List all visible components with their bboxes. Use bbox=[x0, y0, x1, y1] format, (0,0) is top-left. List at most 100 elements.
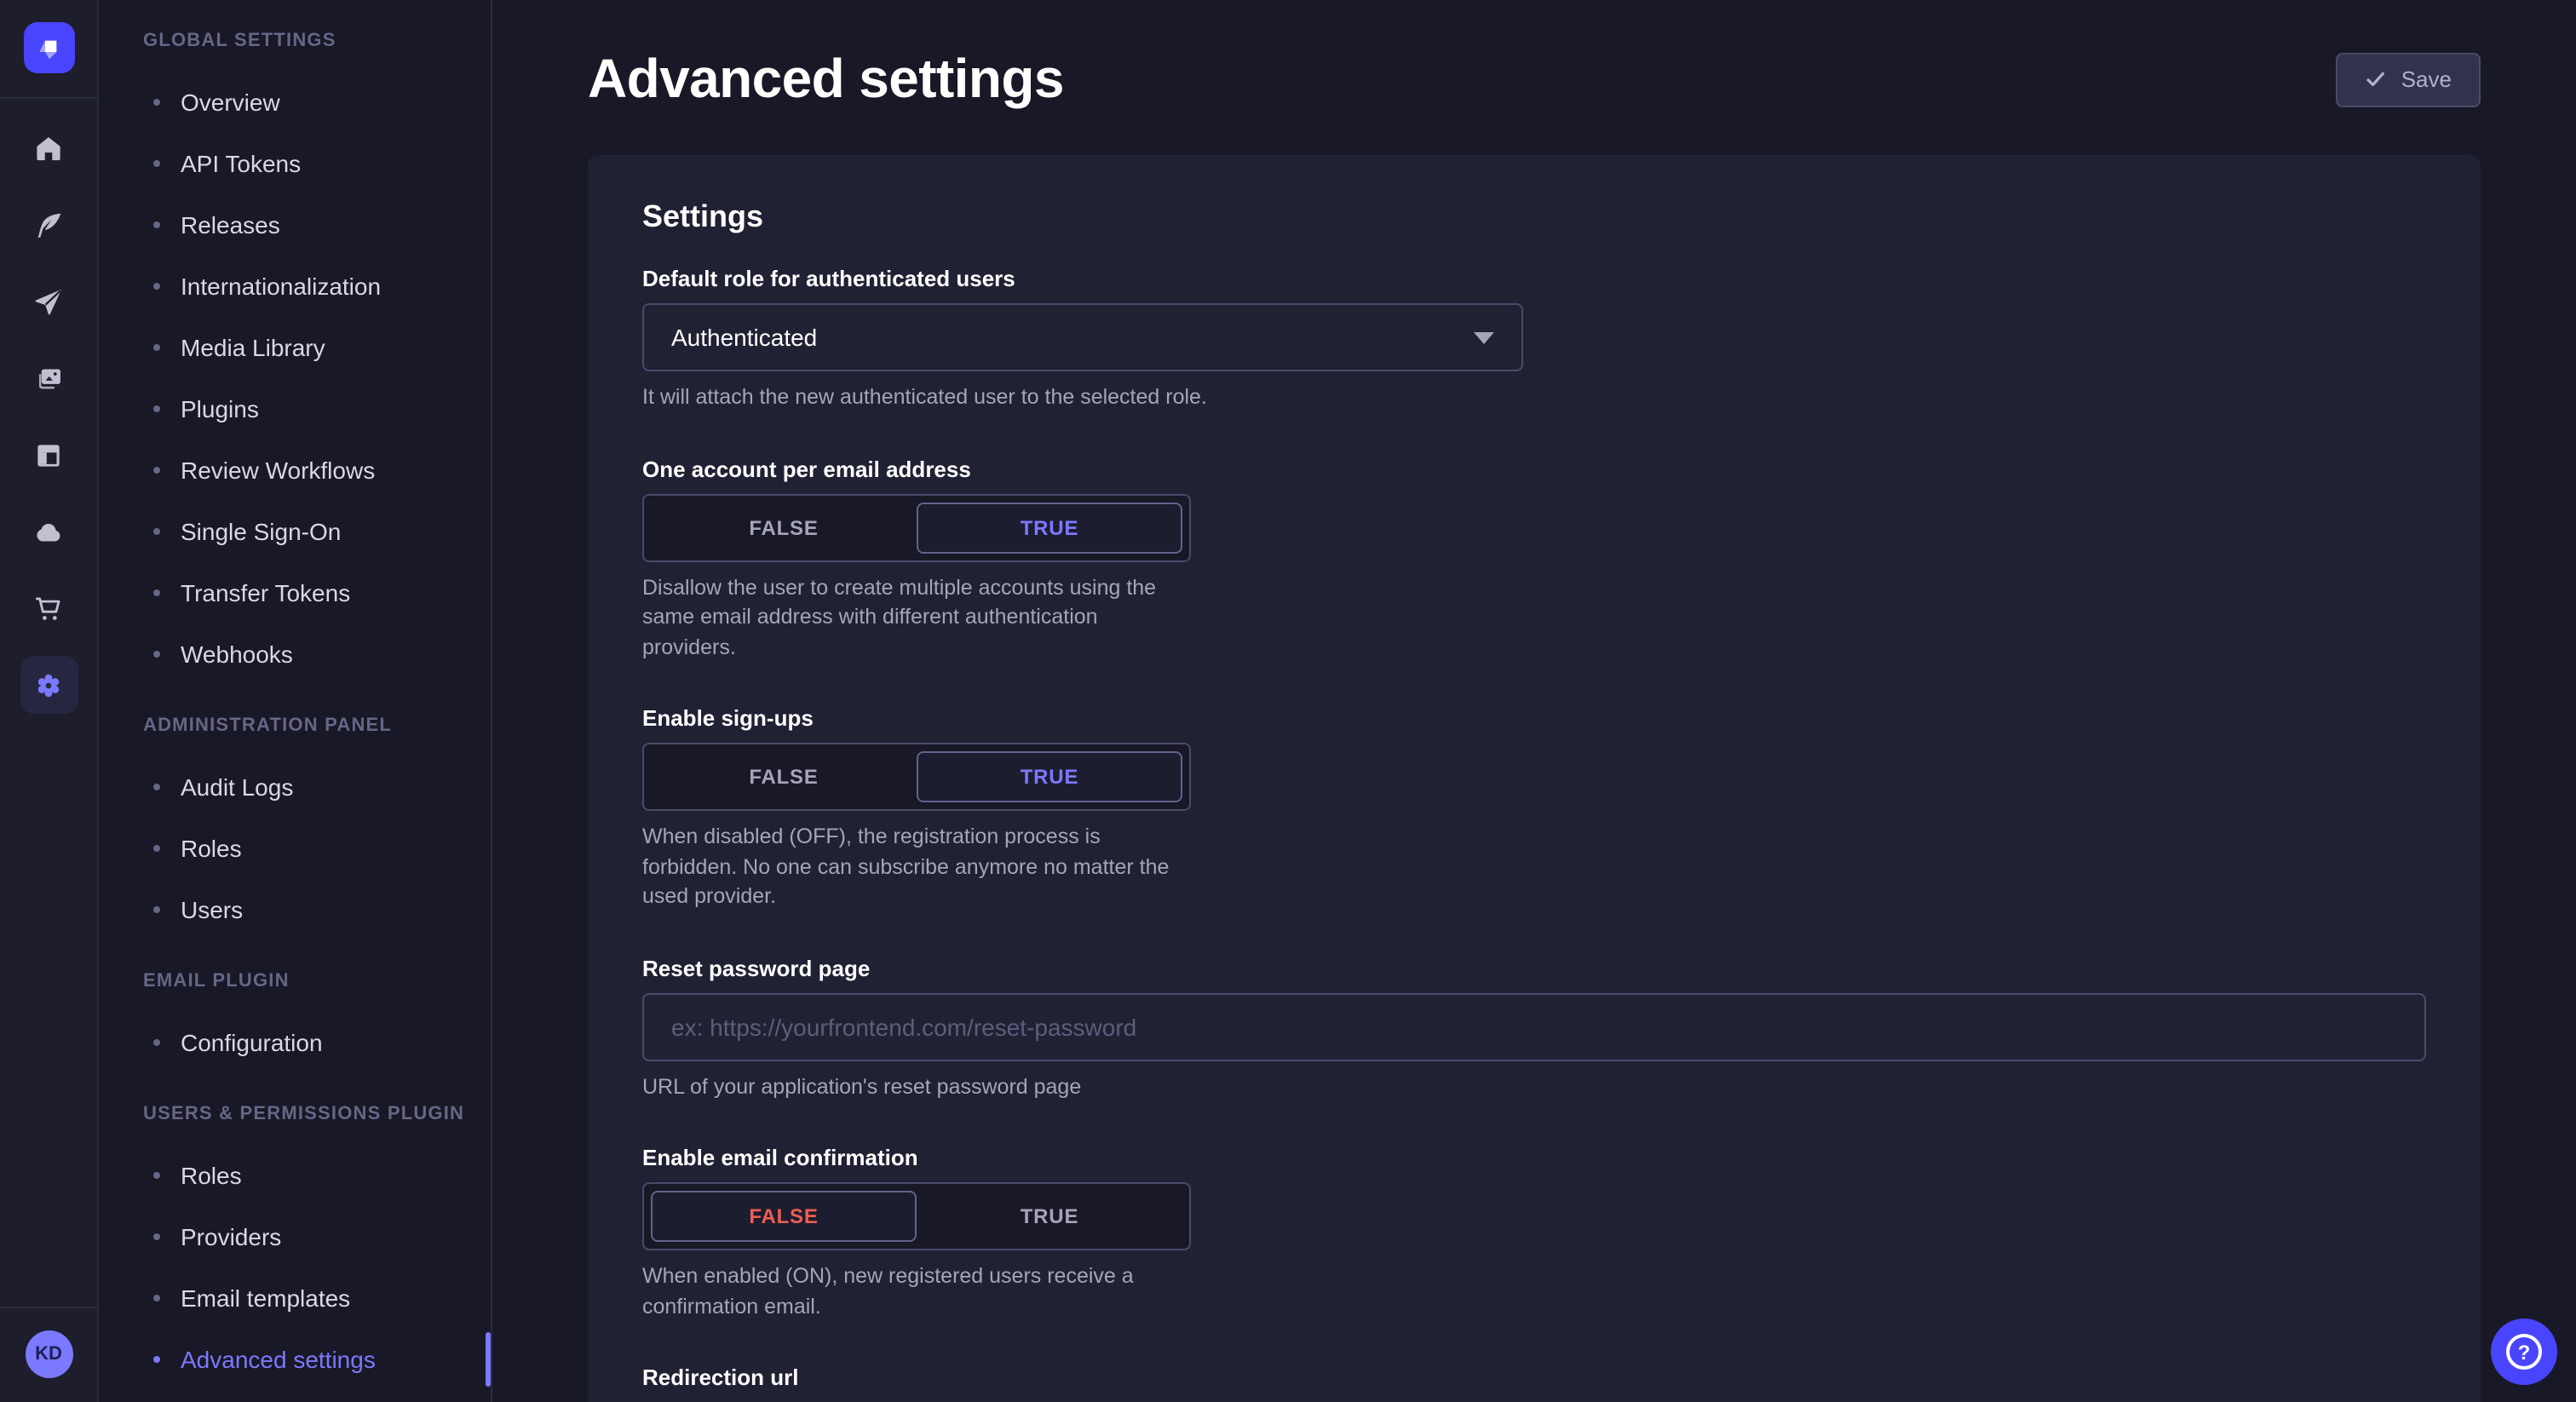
page-header: Advanced settings Save bbox=[588, 0, 2481, 155]
app-root: KD GLOBAL SETTINGS Overview API Tokens Rele… bbox=[0, 0, 2576, 1402]
sidebar-item-label: Plugins bbox=[181, 395, 259, 422]
enable-email-confirmation-option-false[interactable]: FALSE bbox=[651, 1191, 917, 1242]
sidebar-item-roles[interactable]: Roles bbox=[99, 1145, 491, 1206]
card-title: Settings bbox=[642, 199, 2426, 235]
sidebar-section: GLOBAL SETTINGS Overview API Tokens Release… bbox=[99, 24, 491, 685]
sidebar-item-label: Media Library bbox=[181, 334, 325, 361]
default-role-value: Authenticated bbox=[671, 324, 817, 351]
settings-gear-icon bbox=[32, 669, 65, 701]
sidebar-item-overview[interactable]: Overview bbox=[99, 72, 491, 133]
bullet-icon bbox=[153, 1172, 160, 1179]
rail-item-paper-plane[interactable] bbox=[20, 273, 78, 330]
default-role-select[interactable]: Authenticated bbox=[642, 303, 1523, 371]
rail-bottom: KD bbox=[0, 1307, 97, 1402]
sidebar-item-audit-logs[interactable]: Audit Logs bbox=[99, 756, 491, 818]
bullet-icon bbox=[153, 221, 160, 228]
bullet-icon bbox=[153, 528, 160, 535]
reset-password-page-field: Reset password page URL of your applicati… bbox=[642, 955, 2426, 1102]
sidebar-item-internationalization[interactable]: Internationalization bbox=[99, 256, 491, 317]
bullet-icon bbox=[153, 283, 160, 290]
reset-password-page-label: Reset password page bbox=[642, 955, 2426, 980]
sidebar-item-releases[interactable]: Releases bbox=[99, 194, 491, 256]
sidebar-item-label: Audit Logs bbox=[181, 773, 293, 801]
bullet-icon bbox=[153, 344, 160, 351]
bullet-icon bbox=[153, 99, 160, 106]
bullet-icon bbox=[153, 784, 160, 790]
nav-rail: KD bbox=[0, 0, 99, 1402]
enable-sign-ups-label: Enable sign-ups bbox=[642, 705, 2426, 731]
sidebar-item-email-templates[interactable]: Email templates bbox=[99, 1267, 491, 1329]
sidebar-item-plugins[interactable]: Plugins bbox=[99, 378, 491, 440]
rail-item-feather[interactable] bbox=[20, 196, 78, 254]
reset-password-page-hint: URL of your application's reset password… bbox=[642, 1072, 2426, 1102]
default-role-hint: It will attach the new authenticated use… bbox=[642, 383, 2426, 413]
save-button[interactable]: Save bbox=[2337, 52, 2481, 106]
sidebar-item-users[interactable]: Users bbox=[99, 879, 491, 940]
check-icon bbox=[2366, 68, 2388, 90]
sidebar-item-label: API Tokens bbox=[181, 150, 301, 177]
sidebar-item-label: Configuration bbox=[181, 1029, 323, 1056]
enable-sign-ups-option-true[interactable]: TRUE bbox=[917, 751, 1182, 802]
fields-container: Default role for authenticated usersAuth… bbox=[642, 266, 2426, 1402]
home-icon bbox=[32, 132, 65, 164]
settings-card: Settings Default role for authenticated … bbox=[588, 155, 2481, 1402]
bullet-icon bbox=[153, 405, 160, 412]
sidebar-item-label: Webhooks bbox=[181, 641, 293, 668]
settings-sidebar: GLOBAL SETTINGS Overview API Tokens Release… bbox=[99, 0, 492, 1402]
rail-item-marketplace-cart[interactable] bbox=[20, 579, 78, 637]
sidebar-item-label: Providers bbox=[181, 1223, 281, 1250]
one-account-per-email-label: One account per email address bbox=[642, 456, 2426, 481]
sidebar-item-providers[interactable]: Providers bbox=[99, 1206, 491, 1267]
one-account-per-email-toggle: FALSETRUE bbox=[642, 493, 1191, 561]
sidebar-item-transfer-tokens[interactable]: Transfer Tokens bbox=[99, 562, 491, 623]
default-role-field: Default role for authenticated usersAuth… bbox=[642, 266, 2426, 413]
page-title: Advanced settings bbox=[588, 48, 1064, 111]
rail-item-media-library[interactable] bbox=[20, 349, 78, 407]
rail-item-home[interactable] bbox=[20, 119, 78, 177]
sidebar-item-label: Advanced settings bbox=[181, 1346, 376, 1373]
enable-sign-ups-option-false[interactable]: FALSE bbox=[651, 751, 917, 802]
sidebar-item-api-tokens[interactable]: API Tokens bbox=[99, 133, 491, 194]
sidebar-item-label: Overview bbox=[181, 89, 280, 116]
one-account-per-email-option-false[interactable]: FALSE bbox=[651, 502, 917, 553]
content-type-builder-icon bbox=[32, 439, 65, 471]
question-mark-icon: ? bbox=[2506, 1334, 2542, 1370]
avatar[interactable]: KD bbox=[25, 1330, 72, 1378]
sidebar-item-advanced-settings[interactable]: Advanced settings bbox=[99, 1329, 491, 1390]
cloud-icon bbox=[32, 515, 65, 548]
bullet-icon bbox=[153, 1233, 160, 1240]
enable-email-confirmation-option-true[interactable]: TRUE bbox=[917, 1191, 1182, 1242]
rail-item-content-type-builder[interactable] bbox=[20, 426, 78, 484]
enable-email-confirmation-hint: When enabled (ON), new registered users … bbox=[642, 1262, 2426, 1322]
bullet-icon bbox=[153, 160, 160, 167]
bullet-icon bbox=[153, 589, 160, 596]
bullet-icon bbox=[153, 467, 160, 474]
sidebar-section-title: USERS & PERMISSIONS PLUGIN bbox=[99, 1097, 491, 1131]
rail-item-settings-gear[interactable] bbox=[20, 656, 78, 714]
sidebar-item-webhooks[interactable]: Webhooks bbox=[99, 623, 491, 685]
sidebar-item-roles[interactable]: Roles bbox=[99, 818, 491, 879]
sidebar-item-configuration[interactable]: Configuration bbox=[99, 1012, 491, 1073]
sidebar-item-review-workflows[interactable]: Review Workflows bbox=[99, 440, 491, 501]
help-button[interactable]: ? bbox=[2491, 1319, 2557, 1385]
main-content: Advanced settings Save Settings Default … bbox=[492, 0, 2576, 1402]
one-account-per-email-option-true[interactable]: TRUE bbox=[917, 502, 1182, 553]
rail-divider-bottom bbox=[0, 1307, 97, 1308]
redirection-url-field: Redirection url bbox=[642, 1365, 2426, 1402]
reset-password-page-input[interactable] bbox=[642, 992, 2426, 1060]
enable-sign-ups-field: Enable sign-upsFALSETRUEWhen disabled (O… bbox=[642, 705, 2426, 912]
strapi-logo[interactable] bbox=[23, 22, 74, 73]
rail-item-cloud[interactable] bbox=[20, 503, 78, 560]
strapi-logo-icon bbox=[32, 31, 66, 65]
rail-icon-list bbox=[20, 99, 78, 714]
save-button-label: Save bbox=[2401, 66, 2452, 92]
bullet-icon bbox=[153, 1356, 160, 1363]
sidebar-section: ADMINISTRATION PANELAudit LogsRolesUsers bbox=[99, 709, 491, 940]
bullet-icon bbox=[153, 1295, 160, 1301]
sidebar-item-single-sign-on[interactable]: Single Sign-On bbox=[99, 501, 491, 562]
sidebar-item-media-library[interactable]: Media Library bbox=[99, 317, 491, 378]
one-account-per-email-hint: Disallow the user to create multiple acc… bbox=[642, 573, 2426, 663]
sidebar-item-label: Email templates bbox=[181, 1284, 350, 1312]
sidebar-section-title: GLOBAL SETTINGS bbox=[99, 24, 491, 58]
media-library-icon bbox=[32, 362, 65, 394]
